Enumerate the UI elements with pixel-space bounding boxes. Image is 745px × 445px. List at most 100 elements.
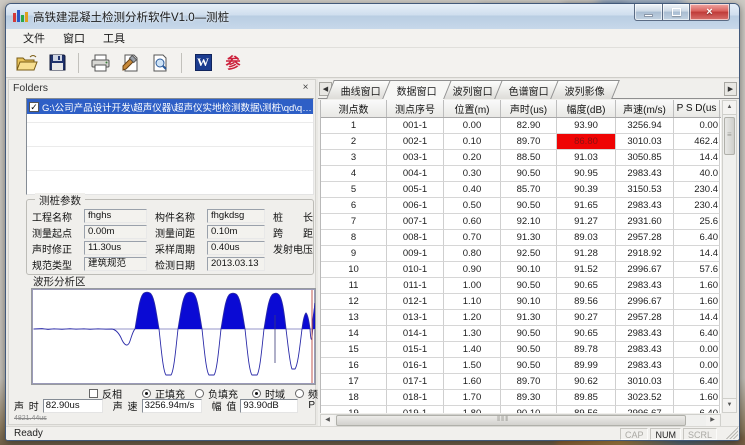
menu-item-2[interactable]: 工具 [94, 28, 134, 48]
resize-grip[interactable] [726, 427, 738, 439]
table-cell[interactable]: 1.50 [444, 358, 501, 374]
table-cell[interactable]: 018-1 [387, 390, 444, 406]
table-cell[interactable]: 3256.94 [616, 118, 674, 134]
tab-scroll-right-icon[interactable]: ▶ [724, 82, 737, 96]
table-row[interactable]: 10010-10.9090.1091.522996.6757.6 [321, 262, 720, 278]
table-cell[interactable]: 13 [321, 310, 387, 326]
export-word-button[interactable]: W [190, 51, 216, 75]
table-cell[interactable]: 89.85 [557, 390, 616, 406]
table-cell[interactable]: 011-1 [387, 278, 444, 294]
table-cell[interactable]: 14.4 [674, 246, 720, 262]
table-row[interactable]: 1001-10.0082.9093.903256.940.00 [321, 118, 720, 134]
table-cell[interactable]: 0.00 [444, 118, 501, 134]
table-cell[interactable]: 2918.92 [616, 246, 674, 262]
table-row[interactable]: 18018-11.7089.3089.853023.521.60 [321, 390, 720, 406]
table-cell[interactable]: 85.70 [501, 182, 557, 198]
table-cell[interactable]: 230.4 [674, 198, 720, 214]
table-cell[interactable]: 2983.43 [616, 166, 674, 182]
table-cell[interactable]: 90.50 [501, 342, 557, 358]
table-cell[interactable]: 90.27 [557, 310, 616, 326]
table-cell[interactable]: 89.03 [557, 230, 616, 246]
table-cell[interactable]: 017-1 [387, 374, 444, 390]
table-cell[interactable]: 2996.67 [616, 294, 674, 310]
param-value[interactable]: 0.40us [207, 241, 265, 255]
waveform-chart[interactable] [31, 288, 316, 385]
table-cell[interactable]: 2957.28 [616, 230, 674, 246]
table-cell[interactable]: 016-1 [387, 358, 444, 374]
build-report-button[interactable] [117, 51, 143, 75]
table-cell[interactable]: 57.6 [674, 262, 720, 278]
table-cell[interactable]: 0.00 [674, 118, 720, 134]
table-cell[interactable]: 6.40 [674, 374, 720, 390]
table-cell[interactable]: 0.80 [444, 246, 501, 262]
readout-value[interactable]: 3256.94m/s [142, 399, 202, 413]
table-cell[interactable]: 89.99 [557, 358, 616, 374]
table-cell[interactable]: 3010.03 [616, 134, 674, 150]
readout-value[interactable]: 82.90us [43, 399, 103, 413]
table-cell[interactable]: 230.4 [674, 182, 720, 198]
table-cell[interactable]: 5 [321, 182, 387, 198]
table-cell[interactable]: 2996.67 [616, 406, 674, 413]
table-cell[interactable]: 0.50 [444, 198, 501, 214]
domain-radio[interactable] [252, 389, 261, 398]
table-cell[interactable]: 90.50 [501, 198, 557, 214]
table-cell[interactable]: 1.60 [674, 390, 720, 406]
table-cell[interactable]: 14 [321, 326, 387, 342]
table-cell[interactable]: 1.80 [444, 406, 501, 413]
table-cell[interactable]: 2957.28 [616, 310, 674, 326]
table-cell[interactable]: 89.70 [501, 374, 557, 390]
table-row[interactable]: 11011-11.0090.5090.652983.431.60 [321, 278, 720, 294]
invert-checkbox[interactable] [89, 389, 98, 398]
table-header-cell[interactable]: 测点数 [321, 100, 387, 117]
table-row[interactable]: 9009-10.8092.5091.282918.9214.4 [321, 246, 720, 262]
table-cell[interactable]: 004-1 [387, 166, 444, 182]
table-cell[interactable]: 001-1 [387, 118, 444, 134]
table-header-cell[interactable]: 声时(us) [501, 100, 557, 117]
table-row[interactable]: 16016-11.5090.5089.992983.430.00 [321, 358, 720, 374]
table-row[interactable]: 19019-11.8090.1089.562996.676.40 [321, 406, 720, 413]
table-cell[interactable]: 010-1 [387, 262, 444, 278]
table-cell[interactable]: 91.30 [501, 310, 557, 326]
table-cell[interactable]: 0.20 [444, 150, 501, 166]
table-cell[interactable]: 11 [321, 278, 387, 294]
table-cell[interactable]: 002-1 [387, 134, 444, 150]
table-cell[interactable]: 1.60 [674, 294, 720, 310]
param-value[interactable]: 建筑规范 [84, 257, 147, 271]
param-value[interactable]: 2013.03.13 [207, 257, 265, 271]
table-cell[interactable]: 8 [321, 230, 387, 246]
table-cell[interactable]: 0.00 [674, 358, 720, 374]
print-preview-button[interactable] [147, 51, 173, 75]
table-cell[interactable]: 6.40 [674, 326, 720, 342]
print-button[interactable] [87, 51, 113, 75]
table-cell[interactable]: 90.65 [557, 278, 616, 294]
table-header-cell[interactable]: 幅度(dB) [557, 100, 616, 117]
table-row[interactable]: 2002-10.1089.7086.803010.03462.4 [321, 134, 720, 150]
table-cell[interactable]: 7 [321, 214, 387, 230]
table-cell[interactable]: 2931.60 [616, 214, 674, 230]
table-cell[interactable]: 16 [321, 358, 387, 374]
table-row[interactable]: 15015-11.4090.5089.782983.430.00 [321, 342, 720, 358]
table-cell[interactable]: 91.28 [557, 246, 616, 262]
table-cell[interactable]: 2983.43 [616, 326, 674, 342]
menu-item-1[interactable]: 窗口 [54, 28, 94, 48]
table-cell[interactable]: 019-1 [387, 406, 444, 413]
table-cell[interactable]: 008-1 [387, 230, 444, 246]
table-cell[interactable]: 90.50 [501, 358, 557, 374]
table-cell[interactable]: 2 [321, 134, 387, 150]
table-cell[interactable]: 89.30 [501, 390, 557, 406]
table-cell[interactable]: 91.27 [557, 214, 616, 230]
table-row[interactable]: 8008-10.7091.3089.032957.286.40 [321, 230, 720, 246]
scroll-down-icon[interactable]: ▼ [723, 398, 736, 412]
table-cell[interactable]: 88.50 [501, 150, 557, 166]
domain-radio[interactable] [295, 389, 304, 398]
folder-item[interactable]: ✓G:\公司产品设计开发\超声仪器\超声仪实地检测数据\测桩\qd\qd03\q… [27, 99, 313, 114]
table-cell[interactable]: 90.65 [557, 326, 616, 342]
table-header-cell[interactable]: 位置(m) [444, 100, 501, 117]
table-cell[interactable]: 40.0 [674, 166, 720, 182]
table-cell[interactable]: 6.40 [674, 230, 720, 246]
table-cell[interactable]: 90.39 [557, 182, 616, 198]
table-row[interactable]: 6006-10.5090.5091.652983.43230.4 [321, 198, 720, 214]
table-cell[interactable]: 19 [321, 406, 387, 413]
table-cell[interactable]: 3023.52 [616, 390, 674, 406]
table-cell[interactable]: 012-1 [387, 294, 444, 310]
